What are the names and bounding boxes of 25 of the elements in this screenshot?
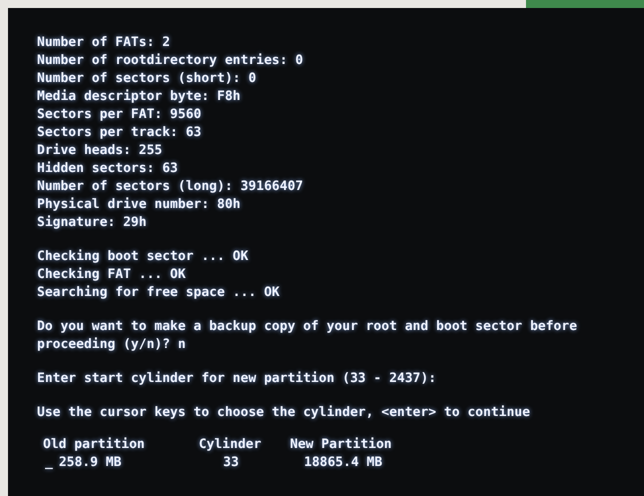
console-line: proceeding (y/n)? n bbox=[37, 336, 187, 354]
console-line: Checking FAT ... OK bbox=[37, 266, 187, 284]
text-cursor: _ bbox=[45, 454, 53, 472]
console-line: Checking boot sector ... OK bbox=[37, 248, 250, 266]
column-header: New Partition bbox=[290, 436, 392, 454]
console-line: Use the cursor keys to choose the cylinder, <enter> to continue bbox=[37, 404, 532, 422]
column-header: Old partition bbox=[43, 436, 146, 454]
console-line: Number of rootdirectory entries: 0 bbox=[37, 52, 304, 70]
console-line: Sectors per track: 63 bbox=[37, 124, 202, 142]
console-line: Physical drive number: 80h bbox=[37, 196, 242, 214]
console-line: Hidden sectors: 63 bbox=[37, 160, 179, 178]
column-value: 258.9 MB bbox=[58, 454, 122, 472]
console-line: Do you want to make a backup copy of your root and boot sector before bbox=[37, 318, 578, 336]
console-line: Number of sectors (short): 0 bbox=[37, 70, 258, 88]
console-line: Number of FATs: 2 bbox=[37, 34, 172, 52]
console-line: Drive heads: 255 bbox=[37, 142, 164, 160]
column-value: 18865.4 MB bbox=[304, 454, 382, 472]
console-line: Sectors per FAT: 9560 bbox=[37, 106, 202, 124]
console-line: Signature: 29h bbox=[37, 214, 148, 232]
column-value: 33 bbox=[223, 454, 239, 472]
console-line: Searching for free space ... OK bbox=[37, 284, 281, 302]
console-line: Media descriptor byte: F8h bbox=[37, 88, 242, 106]
console-line: Enter start cylinder for new partition (33 - 2437): bbox=[37, 370, 438, 388]
column-header: Cylinder bbox=[198, 436, 262, 454]
console-line: Number of sectors (long): 39166407 bbox=[37, 178, 304, 196]
